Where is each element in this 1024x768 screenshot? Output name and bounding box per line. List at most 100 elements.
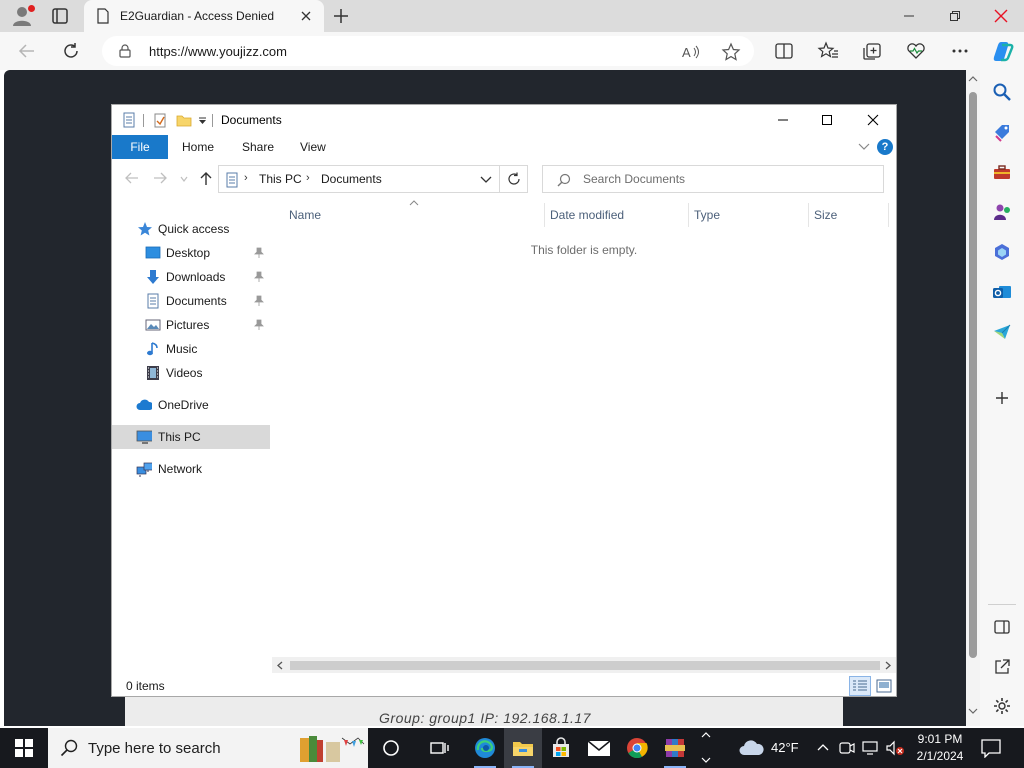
ribbon-tab-file[interactable]: File bbox=[112, 135, 168, 159]
cortana-button[interactable] bbox=[372, 728, 410, 768]
collections-button[interactable] bbox=[861, 41, 883, 61]
url-text[interactable]: https://www.youjizz.com bbox=[149, 44, 287, 59]
column-header-size[interactable]: Size bbox=[814, 208, 837, 222]
horizontal-scrollbar-thumb[interactable] bbox=[290, 661, 880, 670]
address-bar[interactable]: https://www.youjizz.com A bbox=[102, 36, 754, 66]
sidebar-hide-button[interactable] bbox=[990, 615, 1014, 639]
sidebar-tools-button[interactable] bbox=[990, 160, 1014, 184]
help-button[interactable]: ? bbox=[877, 139, 893, 155]
ribbon-tab-view[interactable]: View bbox=[300, 135, 326, 159]
details-view-button[interactable] bbox=[849, 676, 871, 696]
explorer-title-bar[interactable]: Documents bbox=[112, 105, 896, 135]
column-divider[interactable] bbox=[888, 203, 889, 227]
meet-now-icon[interactable] bbox=[838, 740, 856, 756]
column-header-date-modified[interactable]: Date modified bbox=[550, 208, 624, 222]
settings-more-button[interactable] bbox=[949, 41, 971, 61]
window-minimize-button[interactable] bbox=[886, 0, 932, 32]
ribbon-expand-chevron-icon[interactable] bbox=[858, 142, 870, 152]
column-header-name[interactable]: Name bbox=[289, 208, 321, 222]
taskbar-scroll-control[interactable] bbox=[700, 728, 716, 768]
explorer-file-list[interactable]: Name Date modified Type Size This folder… bbox=[272, 199, 896, 663]
column-divider[interactable] bbox=[688, 203, 689, 227]
split-screen-button[interactable] bbox=[773, 41, 795, 61]
clock-date[interactable]: 2/1/2024 bbox=[912, 749, 968, 763]
large-icons-view-button[interactable] bbox=[874, 676, 894, 696]
breadcrumb-separator[interactable]: › bbox=[244, 172, 248, 184]
explorer-refresh-button[interactable] bbox=[500, 165, 528, 193]
chevron-up-icon[interactable] bbox=[816, 741, 830, 753]
breadcrumb-separator[interactable]: › bbox=[306, 172, 310, 184]
nav-documents[interactable]: Documents bbox=[112, 289, 270, 313]
taskbar-app-mail[interactable] bbox=[580, 728, 618, 768]
column-divider[interactable] bbox=[544, 203, 545, 227]
chevron-down-icon[interactable] bbox=[480, 176, 492, 184]
profile-button[interactable] bbox=[10, 4, 36, 28]
ribbon-tab-home[interactable]: Home bbox=[182, 135, 214, 159]
scroll-left-arrow-icon[interactable] bbox=[276, 661, 284, 670]
notifications-icon[interactable] bbox=[980, 738, 1002, 758]
scroll-up-arrow-icon[interactable] bbox=[968, 74, 978, 84]
pin-icon[interactable] bbox=[254, 295, 264, 307]
sidebar-add-button[interactable] bbox=[990, 386, 1014, 410]
taskbar-app-edge[interactable] bbox=[466, 728, 504, 768]
checkmark-icon[interactable] bbox=[153, 112, 167, 128]
nav-this-pc[interactable]: This PC bbox=[112, 425, 270, 449]
properties-icon[interactable] bbox=[122, 112, 136, 128]
clock-time[interactable]: 9:01 PM bbox=[914, 732, 966, 746]
reload-button[interactable] bbox=[60, 41, 82, 61]
new-folder-icon[interactable] bbox=[176, 112, 192, 128]
forward-arrow-icon[interactable] bbox=[152, 171, 168, 185]
browser-tab-active[interactable]: E2Guardian - Access Denied bbox=[84, 0, 324, 32]
explorer-search-input[interactable]: Search Documents bbox=[542, 165, 884, 193]
recent-locations-chevron-icon[interactable] bbox=[180, 176, 188, 182]
read-aloud-button[interactable]: A bbox=[680, 42, 702, 62]
network-status-icon[interactable] bbox=[862, 740, 882, 756]
up-arrow-icon[interactable] bbox=[198, 170, 214, 186]
breadcrumb-documents[interactable]: Documents bbox=[321, 172, 382, 186]
copilot-button[interactable] bbox=[990, 39, 1016, 63]
nav-onedrive[interactable]: OneDrive bbox=[112, 393, 270, 417]
column-divider[interactable] bbox=[808, 203, 809, 227]
sidebar-shopping-button[interactable] bbox=[990, 120, 1014, 144]
column-header-type[interactable]: Type bbox=[694, 208, 720, 222]
page-scrollbar[interactable] bbox=[966, 70, 980, 726]
explorer-minimize-button[interactable] bbox=[760, 105, 806, 135]
back-arrow-icon[interactable] bbox=[124, 171, 140, 185]
taskbar-search-box[interactable]: Type here to search bbox=[48, 728, 368, 768]
back-button[interactable] bbox=[16, 41, 38, 61]
pin-icon[interactable] bbox=[254, 319, 264, 331]
scroll-down-arrow-icon[interactable] bbox=[968, 706, 978, 716]
ribbon-tab-share[interactable]: Share bbox=[242, 135, 274, 159]
pin-icon[interactable] bbox=[254, 247, 264, 259]
favorites-button[interactable] bbox=[817, 41, 839, 61]
window-restore-button[interactable] bbox=[932, 0, 978, 32]
cloud-weather-icon[interactable] bbox=[738, 738, 766, 758]
window-close-button[interactable] bbox=[978, 0, 1024, 32]
start-button[interactable] bbox=[0, 728, 48, 768]
scroll-right-arrow-icon[interactable] bbox=[884, 661, 892, 670]
chevron-down-icon[interactable] bbox=[198, 117, 207, 125]
taskbar-app-file-explorer[interactable] bbox=[504, 728, 542, 768]
sidebar-games-button[interactable] bbox=[990, 200, 1014, 224]
pin-icon[interactable] bbox=[254, 271, 264, 283]
sidebar-microsoft365-button[interactable] bbox=[990, 240, 1014, 264]
sidebar-settings-button[interactable] bbox=[990, 694, 1014, 718]
taskbar-app-store[interactable] bbox=[542, 728, 580, 768]
volume-muted-icon[interactable] bbox=[885, 740, 907, 756]
taskbar-app-chrome[interactable] bbox=[618, 728, 656, 768]
nav-pictures[interactable]: Pictures bbox=[112, 313, 270, 337]
nav-videos[interactable]: Videos bbox=[112, 361, 270, 385]
task-view-button[interactable] bbox=[420, 728, 458, 768]
explorer-maximize-button[interactable] bbox=[804, 105, 850, 135]
sidebar-search-button[interactable] bbox=[990, 80, 1014, 104]
breadcrumb-this-pc[interactable]: This PC bbox=[259, 172, 302, 186]
file-list-horizontal-scrollbar[interactable] bbox=[272, 657, 896, 673]
tab-close-button[interactable] bbox=[298, 8, 314, 24]
sidebar-outlook-button[interactable] bbox=[990, 280, 1014, 304]
nav-quick-access[interactable]: Quick access bbox=[112, 217, 270, 241]
sidebar-drop-button[interactable] bbox=[990, 320, 1014, 344]
tab-actions-button[interactable] bbox=[48, 5, 72, 27]
new-tab-button[interactable] bbox=[330, 6, 352, 26]
explorer-address-bar[interactable]: › This PC › Documents bbox=[218, 165, 500, 193]
taskbar-app-winrar[interactable] bbox=[656, 728, 694, 768]
